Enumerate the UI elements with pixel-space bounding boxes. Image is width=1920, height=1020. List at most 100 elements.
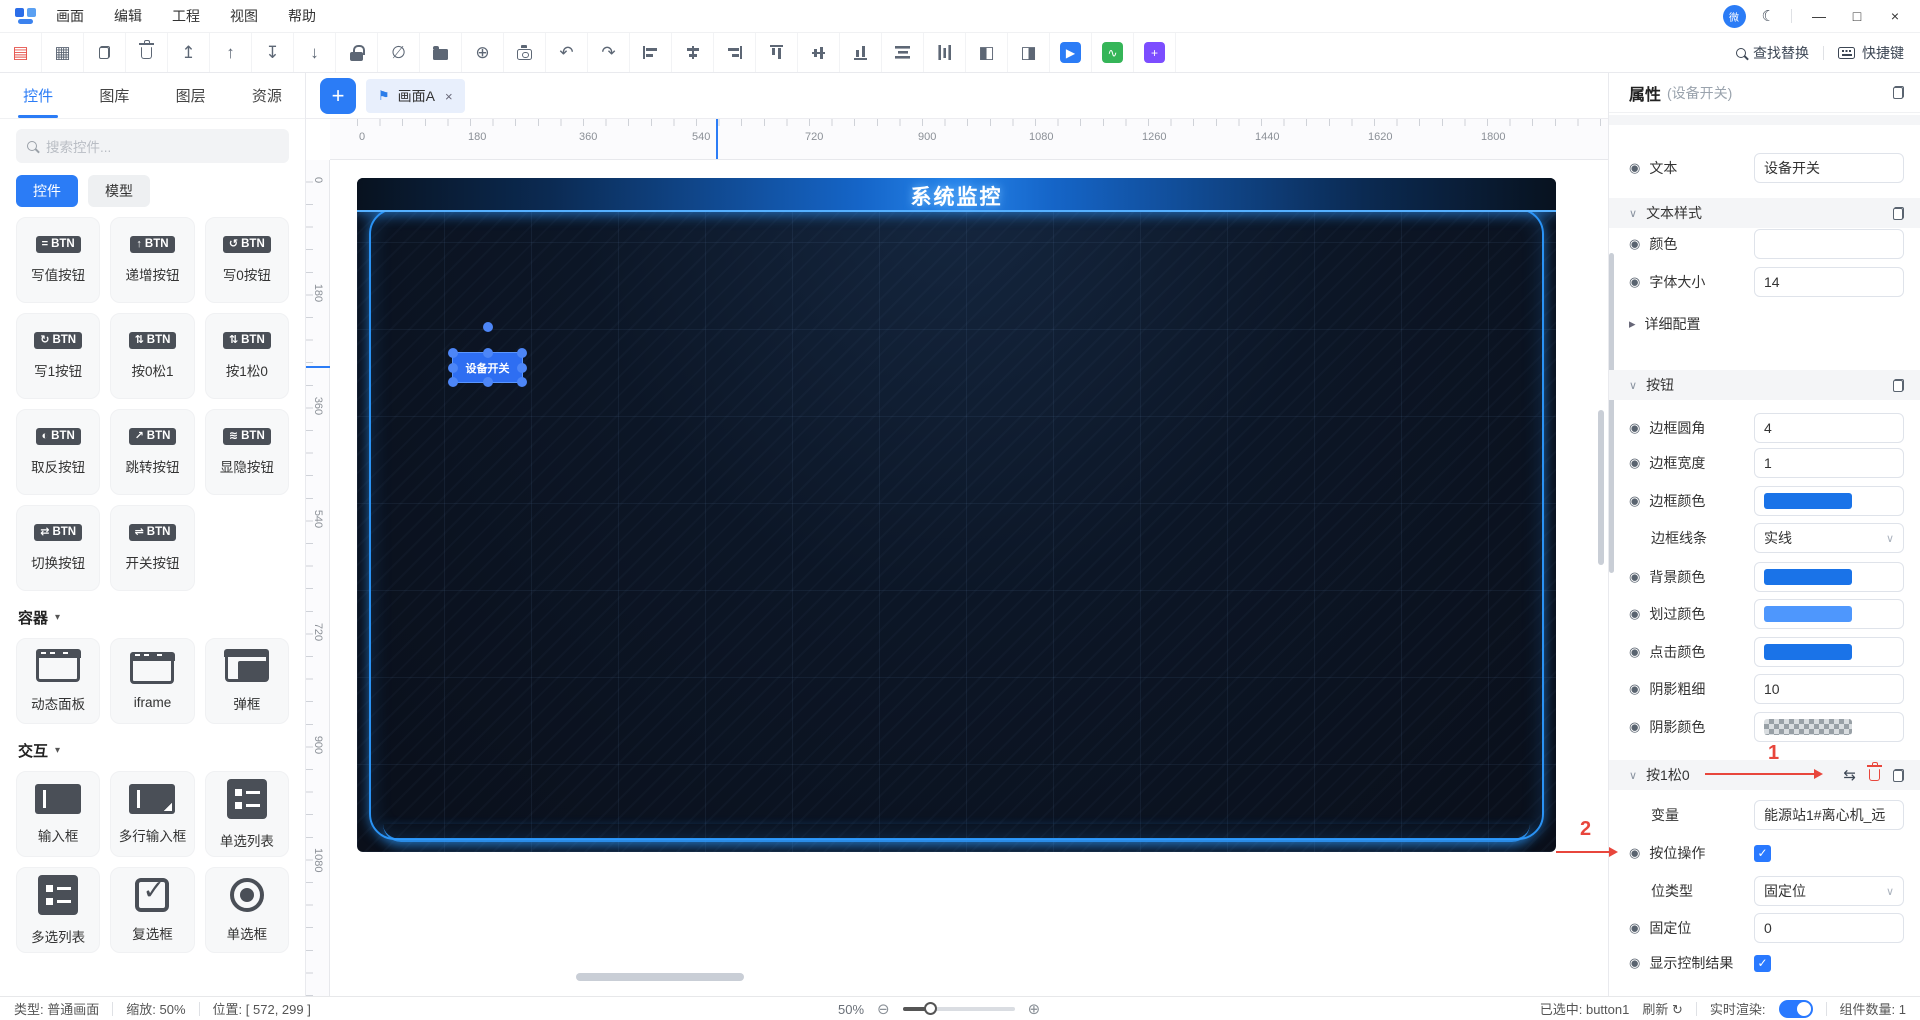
resize-handle-nw[interactable] — [448, 348, 458, 358]
undo-icon[interactable]: ↶ — [546, 33, 588, 72]
bg-color-picker[interactable] — [1754, 562, 1904, 592]
bring-to-front-icon[interactable]: ↥ — [168, 33, 210, 72]
align-middle-icon[interactable] — [798, 33, 840, 72]
control-input-box[interactable]: 输入框 — [16, 771, 100, 857]
click-color-picker[interactable] — [1754, 637, 1904, 667]
control-show-hide-button[interactable]: ≋BTN 显隐按钮 — [205, 409, 289, 495]
distribute-vertical-icon[interactable] — [924, 33, 966, 72]
avatar[interactable]: 微 — [1723, 5, 1746, 28]
close-button[interactable]: × — [1884, 8, 1906, 24]
minimize-button[interactable]: — — [1808, 8, 1830, 24]
screenshot-icon[interactable] — [504, 33, 546, 72]
zoom-out-icon[interactable]: ⊖ — [877, 1000, 890, 1018]
filter-controls-button[interactable]: 控件 — [16, 175, 78, 207]
binding-dot-icon[interactable]: ◉ — [1629, 236, 1640, 252]
control-popup[interactable]: 弹框 — [205, 638, 289, 724]
add-widget-icon[interactable]: + — [1134, 33, 1176, 72]
binding-dot-icon[interactable]: ◉ — [1629, 493, 1640, 509]
resize-handle-ne[interactable] — [517, 348, 527, 358]
delete-icon[interactable] — [126, 33, 168, 72]
distribute-horizontal-icon[interactable] — [882, 33, 924, 72]
menu-edit[interactable]: 编辑 — [114, 6, 142, 26]
screen-artboard[interactable]: 系统监控 — [357, 178, 1556, 852]
control-write-0-button[interactable]: ↺BTN 写0按钮 — [205, 217, 289, 303]
font-size-input[interactable]: 14 — [1754, 267, 1904, 297]
lock-icon[interactable] — [336, 33, 378, 72]
group-icon[interactable]: ⊕ — [462, 33, 504, 72]
border-line-select[interactable]: 实线∨ — [1754, 523, 1904, 553]
control-checkbox-list[interactable]: 多选列表 — [16, 867, 100, 953]
binding-dot-icon[interactable]: ◉ — [1629, 455, 1640, 471]
align-bottom-icon[interactable] — [840, 33, 882, 72]
menu-project[interactable]: 工程 — [172, 6, 200, 26]
new-screen-icon[interactable]: ▤ — [0, 33, 42, 72]
variable-input[interactable]: 能源站1#离心机_远 — [1754, 800, 1904, 830]
resize-handle-n[interactable] — [483, 348, 493, 358]
section-button[interactable]: ∨ 按钮 — [1609, 370, 1920, 400]
section-text-style[interactable]: ∨ 文本样式 — [1609, 198, 1920, 228]
control-switch-button[interactable]: ⇌BTN 开关按钮 — [110, 505, 194, 591]
zoom-slider-knob[interactable] — [924, 1002, 937, 1015]
preview-icon[interactable]: ▶ — [1050, 33, 1092, 72]
zoom-slider[interactable] — [903, 1007, 1015, 1011]
close-tab-icon[interactable]: × — [445, 89, 453, 104]
tab-resources[interactable]: 资源 — [229, 73, 305, 118]
resize-handle-w[interactable] — [448, 363, 458, 373]
hover-color-picker[interactable] — [1754, 599, 1904, 629]
align-right-icon[interactable] — [714, 33, 756, 72]
resize-handle-s[interactable] — [483, 377, 493, 387]
border-color-picker[interactable] — [1754, 486, 1904, 516]
copy-icon[interactable] — [1893, 379, 1904, 392]
bit-operation-checkbox[interactable]: ✓ — [1754, 845, 1771, 862]
vertical-scrollbar[interactable] — [1598, 410, 1604, 565]
control-invert-button[interactable]: ◐BTN 取反按钮 — [16, 409, 100, 495]
rotate-handle[interactable] — [483, 322, 493, 332]
binding-dot-icon[interactable]: ◉ — [1629, 274, 1640, 290]
binding-dot-icon[interactable]: ◉ — [1629, 955, 1640, 971]
redo-icon[interactable]: ↷ — [588, 33, 630, 72]
fixed-bit-input[interactable]: 0 — [1754, 913, 1904, 943]
binding-dot-icon[interactable]: ◉ — [1629, 569, 1640, 585]
menu-screen[interactable]: 画面 — [56, 6, 84, 26]
menu-help[interactable]: 帮助 — [288, 6, 316, 26]
bring-forward-icon[interactable]: ↑ — [210, 33, 252, 72]
filter-models-button[interactable]: 模型 — [88, 175, 150, 207]
binding-dot-icon[interactable]: ◉ — [1629, 160, 1640, 176]
bit-type-select[interactable]: 固定位∨ — [1754, 876, 1904, 906]
selected-device-switch-button[interactable]: 设备开关 — [452, 352, 523, 383]
text-input[interactable]: 设备开关 — [1754, 153, 1904, 183]
refresh-button[interactable]: 刷新 ↻ — [1642, 999, 1683, 1018]
control-multiline-input[interactable]: 多行输入框 — [110, 771, 194, 857]
section-containers[interactable]: 容器 ▾ — [18, 607, 287, 628]
resize-handle-se[interactable] — [517, 377, 527, 387]
copy-icon[interactable] — [84, 33, 126, 72]
swap-action-icon[interactable]: ⇆ — [1843, 766, 1856, 784]
control-press1-release0-button[interactable]: ⇅BTN 按1松0 — [205, 313, 289, 399]
toggle-left-panel-icon[interactable]: ◧ — [966, 33, 1008, 72]
resize-handle-e[interactable] — [517, 363, 527, 373]
tab-controls[interactable]: 控件 — [0, 73, 76, 118]
find-replace-button[interactable]: 查找替换 — [1736, 43, 1809, 63]
control-jump-button[interactable]: ↗BTN 跳转按钮 — [110, 409, 194, 495]
horizontal-scrollbar[interactable] — [576, 973, 744, 981]
align-center-vertical-icon[interactable] — [672, 33, 714, 72]
binding-dot-icon[interactable]: ◉ — [1629, 420, 1640, 436]
border-width-input[interactable]: 1 — [1754, 448, 1904, 478]
binding-dot-icon[interactable]: ◉ — [1629, 845, 1640, 861]
save-icon[interactable]: ▦ — [42, 33, 84, 72]
zoom-in-icon[interactable]: ⊕ — [1028, 1000, 1041, 1018]
text-color-input[interactable] — [1754, 229, 1904, 259]
shadow-width-input[interactable]: 10 — [1754, 674, 1904, 704]
binding-dot-icon[interactable]: ◉ — [1629, 920, 1640, 936]
resize-handle-sw[interactable] — [448, 377, 458, 387]
control-iframe[interactable]: iframe — [110, 638, 194, 724]
copy-icon[interactable] — [1893, 769, 1904, 782]
screen-tab-active[interactable]: ⚑ 画面A × — [366, 79, 465, 113]
align-left-icon[interactable] — [630, 33, 672, 72]
dark-mode-icon[interactable]: ☾ — [1762, 7, 1775, 25]
align-top-icon[interactable] — [756, 33, 798, 72]
control-radio-list[interactable]: 单选列表 — [205, 771, 289, 857]
copy-icon[interactable] — [1893, 86, 1904, 99]
control-toggle-button[interactable]: ⇄BTN 切换按钮 — [16, 505, 100, 591]
delete-action-icon[interactable] — [1869, 769, 1880, 781]
